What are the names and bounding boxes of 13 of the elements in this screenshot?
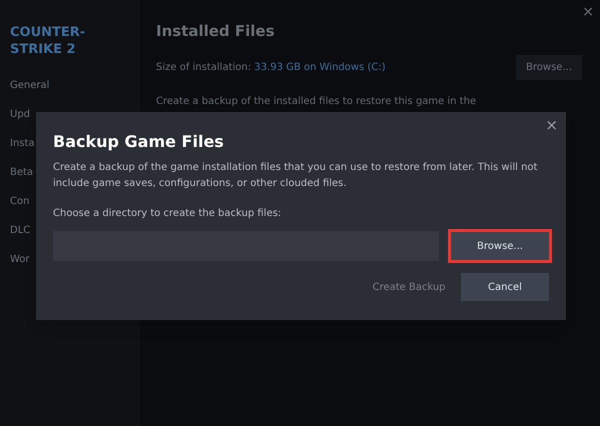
browse-button[interactable]: Browse... bbox=[516, 54, 582, 80]
backup-description: Create a backup of the installed files to restore this game in the bbox=[156, 94, 478, 108]
sidebar-item[interactable]: General bbox=[10, 78, 140, 93]
section-title: Installed Files bbox=[156, 21, 276, 42]
browse-button[interactable]: Browse... bbox=[451, 232, 549, 260]
dialog-description: Create a backup of the game installation files that you can use to restore from later. This will not include game saves, configurations, or other clouded files. bbox=[53, 161, 538, 191]
close-button[interactable]: × bbox=[545, 114, 558, 136]
installation-size: Size of installation: 33.93 GB on Windows (C:) bbox=[156, 60, 386, 74]
cancel-button[interactable]: Cancel bbox=[461, 273, 549, 301]
game-title: COUNTER-STRIKE 2 bbox=[10, 24, 86, 58]
field-label: Choose a directory to create the backup files: bbox=[53, 207, 282, 221]
close-button[interactable]: × bbox=[582, 2, 594, 23]
dialog-title: Backup Game Files bbox=[53, 132, 225, 152]
